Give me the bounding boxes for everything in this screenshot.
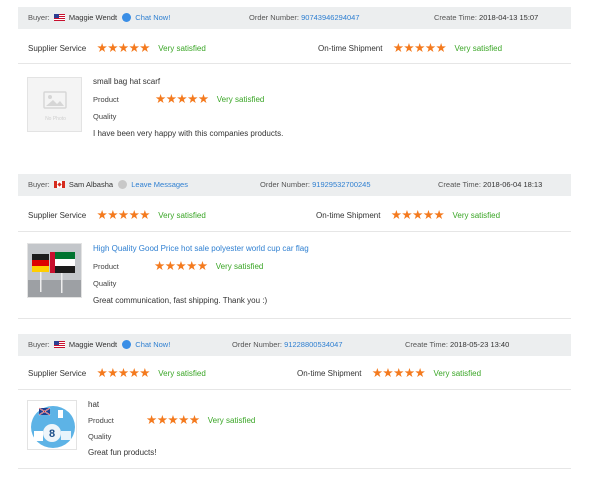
- divider: [18, 231, 571, 232]
- quality-label: Quality: [93, 112, 117, 121]
- review-header: Buyer: Maggie Wendt Chat Now! Order Numb…: [18, 7, 571, 29]
- on-time-shipment-label: On-time Shipment: [316, 210, 381, 220]
- product-label: Product: [93, 262, 119, 271]
- star-rating-icon: ★★★★★: [154, 259, 208, 273]
- create-time-label: Create Time:: [405, 340, 448, 349]
- chat-icon[interactable]: [122, 13, 132, 22]
- product-thumbnail[interactable]: [27, 243, 82, 298]
- star-rating-icon: ★★★★★: [371, 366, 426, 380]
- product-label: Product: [93, 95, 119, 104]
- buyer-name: Maggie Wendt: [68, 340, 118, 349]
- hat-product-image: 8: [31, 406, 75, 448]
- star-rating-icon: ★★★★★: [146, 413, 200, 427]
- divider: [18, 318, 571, 319]
- review-header: Buyer: Sam Albasha Leave Messages Order …: [18, 174, 571, 196]
- order-label: Order Number:: [260, 180, 311, 189]
- divider: [18, 389, 571, 390]
- divider: [18, 63, 571, 64]
- product-thumbnail[interactable]: 8: [27, 400, 77, 450]
- review-comment: I have been very happy with this compani…: [93, 129, 284, 138]
- buyer-info: Buyer: Maggie Wendt Chat Now!: [28, 334, 170, 356]
- no-photo-icon: No Photo: [43, 91, 67, 122]
- leave-messages-link[interactable]: Leave Messages: [131, 180, 188, 189]
- supplier-service-rating: Supplier Service ★★★★★ Very satisfied: [28, 209, 206, 222]
- us-flag-icon: [53, 14, 65, 21]
- chat-icon[interactable]: [122, 340, 132, 349]
- supplier-service-rating: Supplier Service ★★★★★ Very satisfied: [28, 367, 206, 380]
- order-info: Order Number: 91228800534047: [232, 334, 343, 356]
- create-time-value: 2018-05-23 13:40: [450, 340, 510, 349]
- star-rating-icon: ★★★★★: [96, 366, 151, 380]
- no-photo-text: No Photo: [45, 116, 66, 122]
- quality-label: Quality: [88, 432, 112, 441]
- product-satisfaction: Very satisfied: [216, 94, 265, 104]
- buyer-label: Buyer:: [28, 13, 50, 22]
- star-rating-icon: ★★★★★: [390, 208, 445, 222]
- shipment-satisfaction: Very satisfied: [454, 43, 503, 53]
- message-icon[interactable]: [118, 180, 128, 189]
- buyer-label: Buyer:: [28, 340, 50, 349]
- review-comment: Great fun products!: [88, 448, 157, 457]
- product-rating: ★★★★★ Very satisfied: [155, 93, 264, 106]
- chat-now-link[interactable]: Chat Now!: [135, 340, 170, 349]
- product-thumbnail[interactable]: No Photo: [27, 77, 82, 132]
- car-flag-product-image: [28, 244, 81, 297]
- create-time-info: Create Time: 2018-04-13 15:07: [434, 7, 538, 29]
- buyer-name: Sam Albasha: [68, 180, 114, 189]
- order-number-link[interactable]: 90743946294047: [301, 13, 359, 22]
- create-time-label: Create Time:: [434, 13, 477, 22]
- create-time-label: Create Time:: [438, 180, 481, 189]
- star-rating-icon: ★★★★★: [155, 92, 209, 106]
- shipment-satisfaction: Very satisfied: [452, 210, 501, 220]
- supplier-service-rating: Supplier Service ★★★★★ Very satisfied: [28, 42, 206, 55]
- supplier-service-label: Supplier Service: [28, 43, 87, 53]
- buyer-info: Buyer: Sam Albasha Leave Messages: [28, 174, 188, 196]
- product-title: hat: [88, 400, 100, 409]
- order-number-link[interactable]: 91228800534047: [284, 340, 342, 349]
- supplier-satisfaction: Very satisfied: [158, 210, 206, 220]
- star-rating-icon: ★★★★★: [392, 41, 447, 55]
- product-satisfaction: Very satisfied: [215, 261, 264, 271]
- product-satisfaction: Very satisfied: [207, 415, 256, 425]
- create-time-value: 2018-04-13 15:07: [479, 13, 539, 22]
- supplier-satisfaction: Very satisfied: [158, 368, 206, 378]
- order-info: Order Number: 91929532700245: [260, 174, 371, 196]
- on-time-shipment-rating: On-time Shipment ★★★★★ Very satisfied: [297, 367, 481, 380]
- create-time-value: 2018-06-04 18:13: [483, 180, 543, 189]
- shipment-satisfaction: Very satisfied: [433, 368, 482, 378]
- review-header: Buyer: Maggie Wendt Chat Now! Order Numb…: [18, 334, 571, 356]
- canada-flag-icon: [53, 181, 65, 188]
- product-rating: ★★★★★ Very satisfied: [154, 260, 263, 273]
- create-time-info: Create Time: 2018-05-23 13:40: [405, 334, 509, 356]
- on-time-shipment-label: On-time Shipment: [297, 368, 362, 378]
- supplier-satisfaction: Very satisfied: [158, 43, 206, 53]
- divider: [18, 468, 571, 469]
- us-flag-icon: [53, 341, 65, 348]
- buyer-info: Buyer: Maggie Wendt Chat Now!: [28, 7, 170, 29]
- on-time-shipment-label: On-time Shipment: [318, 43, 383, 53]
- star-rating-icon: ★★★★★: [96, 208, 151, 222]
- product-title: small bag hat scarf: [93, 77, 161, 86]
- review-comment: Great communication, fast shipping. Than…: [93, 296, 268, 305]
- hat-logo-icon: 8: [49, 428, 55, 440]
- order-label: Order Number:: [249, 13, 300, 22]
- on-time-shipment-rating: On-time Shipment ★★★★★ Very satisfied: [318, 42, 502, 55]
- on-time-shipment-rating: On-time Shipment ★★★★★ Very satisfied: [316, 209, 500, 222]
- order-label: Order Number:: [232, 340, 283, 349]
- supplier-service-label: Supplier Service: [28, 210, 87, 220]
- order-number-link[interactable]: 91929532700245: [312, 180, 370, 189]
- star-rating-icon: ★★★★★: [96, 41, 151, 55]
- product-rating: ★★★★★ Very satisfied: [146, 414, 255, 427]
- create-time-info: Create Time: 2018-06-04 18:13: [438, 174, 542, 196]
- supplier-service-label: Supplier Service: [28, 368, 87, 378]
- product-title-link[interactable]: High Quality Good Price hot sale polyest…: [93, 244, 309, 253]
- buyer-label: Buyer:: [28, 180, 50, 189]
- quality-label: Quality: [93, 279, 117, 288]
- chat-now-link[interactable]: Chat Now!: [135, 13, 170, 22]
- order-info: Order Number: 90743946294047: [249, 7, 360, 29]
- product-label: Product: [88, 416, 114, 425]
- buyer-name: Maggie Wendt: [68, 13, 118, 22]
